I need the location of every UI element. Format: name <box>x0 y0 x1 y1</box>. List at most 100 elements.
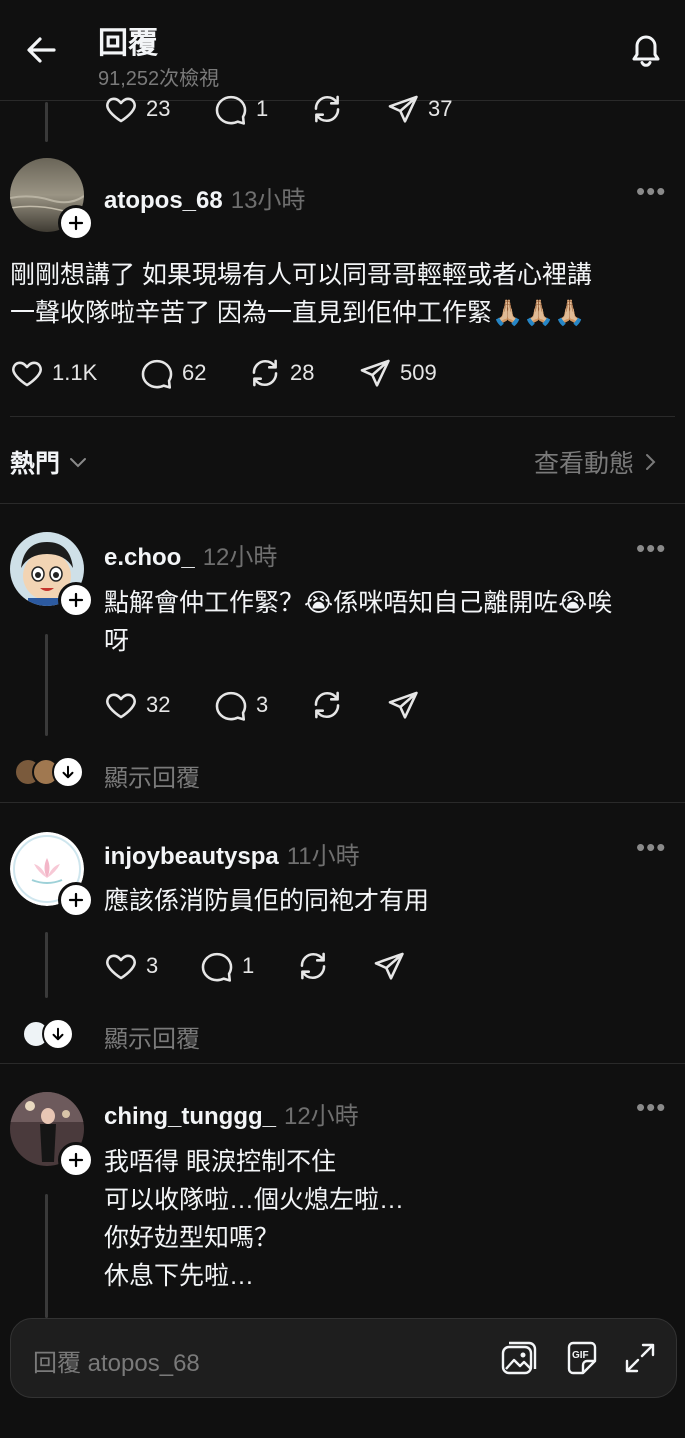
comment-header: ching_tunggg_ 12小時 <box>104 1096 359 1131</box>
comment-icon <box>140 356 174 390</box>
expand-composer-button[interactable] <box>619 1337 661 1379</box>
share-button[interactable] <box>386 688 420 722</box>
share-button[interactable]: 37 <box>386 92 452 126</box>
reply-avatars <box>14 756 84 788</box>
reply-input[interactable]: 回覆 atopos_68 <box>33 1343 200 1378</box>
like-button[interactable]: 32 <box>104 688 170 722</box>
notifications-button[interactable] <box>622 26 670 74</box>
sort-label: 熱門 <box>10 450 61 478</box>
repost-icon <box>248 356 282 390</box>
like-button[interactable]: 23 <box>104 92 170 126</box>
share-count: 509 <box>400 360 437 385</box>
more-options-button[interactable]: ••• <box>636 176 666 207</box>
divider <box>10 416 675 417</box>
chevron-down-icon <box>70 458 87 468</box>
image-icon <box>501 1341 537 1375</box>
plus-icon <box>67 891 85 909</box>
top-bar: 回覆 91,252次檢視 <box>0 0 685 101</box>
share-button[interactable]: 509 <box>358 356 437 390</box>
show-replies-link[interactable]: 顯示回覆 <box>104 1019 200 1054</box>
heart-icon <box>10 356 44 390</box>
plus-icon <box>67 1151 85 1169</box>
more-icon: ••• <box>636 176 667 206</box>
expand-replies-button[interactable] <box>42 1018 74 1050</box>
expand-replies-button[interactable] <box>52 756 84 788</box>
more-icon: ••• <box>636 832 667 862</box>
share-icon <box>358 356 392 390</box>
share-count: 37 <box>428 96 453 121</box>
thread-line <box>45 634 48 736</box>
plus-icon <box>67 214 85 232</box>
more-options-button[interactable]: ••• <box>636 832 666 863</box>
repost-button[interactable]: 28 <box>248 356 314 390</box>
heart-icon <box>104 688 138 722</box>
post-text: 剛剛想講了 如果現場有人可以同哥哥輕輕或者心裡講 一聲收隊啦辛苦了 因為一直見到… <box>10 261 592 327</box>
repost-icon <box>310 688 344 722</box>
follow-button[interactable] <box>58 1142 94 1178</box>
thread-line <box>45 932 48 998</box>
username[interactable]: injoybeautyspa <box>104 843 279 871</box>
follow-button[interactable] <box>58 205 94 241</box>
like-count: 1.1K <box>52 360 98 385</box>
comment-icon <box>214 92 248 126</box>
view-count: 91,252次檢視 <box>98 68 220 90</box>
like-count: 32 <box>146 692 171 717</box>
like-count: 23 <box>146 96 171 121</box>
repost-button[interactable] <box>296 949 330 983</box>
sort-dropdown[interactable]: 熱門 <box>10 444 90 480</box>
username[interactable]: e.choo_ <box>104 544 195 572</box>
repost-count: 28 <box>290 360 315 385</box>
repost-icon <box>296 949 330 983</box>
expand-icon <box>625 1343 655 1373</box>
reply-composer[interactable]: 回覆 atopos_68 GIF <box>10 1318 677 1398</box>
activity-label: 查看動態 <box>534 450 635 478</box>
username[interactable]: ching_tunggg_ <box>104 1103 276 1131</box>
username[interactable]: atopos_68 <box>104 187 223 215</box>
show-replies-link[interactable]: 顯示回覆 <box>104 758 200 793</box>
more-options-button[interactable]: ••• <box>636 533 666 564</box>
comment-icon <box>214 688 248 722</box>
chevron-right-icon <box>646 454 656 470</box>
arrow-down-icon <box>59 763 77 781</box>
divider <box>0 1063 685 1064</box>
comment-button[interactable]: 1 <box>214 92 268 126</box>
timestamp: 13小時 <box>230 187 306 214</box>
heart-icon <box>104 92 138 126</box>
share-button[interactable] <box>372 949 406 983</box>
like-count: 3 <box>146 953 159 978</box>
gif-button[interactable]: GIF <box>561 1337 603 1379</box>
follow-button[interactable] <box>58 582 94 618</box>
share-icon <box>372 949 406 983</box>
like-button[interactable]: 3 <box>104 949 158 983</box>
repost-button[interactable] <box>310 688 344 722</box>
more-icon: ••• <box>636 1092 667 1122</box>
follow-button[interactable] <box>58 882 94 918</box>
comment-button[interactable]: 3 <box>214 688 268 722</box>
repost-icon <box>310 92 344 126</box>
back-arrow-icon <box>27 37 56 63</box>
back-button[interactable] <box>22 30 62 70</box>
divider <box>0 802 685 803</box>
comment-text: 應該係消防員佢的同袍才有用 <box>104 887 430 915</box>
attach-image-button[interactable] <box>497 1337 539 1379</box>
more-options-button[interactable]: ••• <box>636 1092 666 1123</box>
view-activity-link[interactable]: 查看動態 <box>534 444 662 480</box>
comment-text: 我唔得 眼淚控制不住 可以收隊啦…個火熄左啦… 你好攰型知嗎？ 休息下先啦… <box>104 1148 405 1290</box>
comment-button[interactable]: 1 <box>200 949 254 983</box>
share-icon <box>386 688 420 722</box>
plus-icon <box>67 591 85 609</box>
like-button[interactable]: 1.1K <box>10 356 97 390</box>
timestamp: 12小時 <box>283 1103 359 1130</box>
share-icon <box>386 92 420 126</box>
divider <box>0 503 685 504</box>
comment-header: e.choo_ 12小時 <box>104 537 277 572</box>
comment-text: 點解會仲工作緊？😭係咪唔知自己離開咗😭唉 呀 <box>104 589 613 655</box>
comment-icon <box>200 949 234 983</box>
post-header: atopos_68 13小時 <box>104 180 305 215</box>
timestamp: 12小時 <box>202 544 278 571</box>
svg-text:GIF: GIF <box>572 1350 589 1361</box>
repost-button[interactable] <box>310 92 344 126</box>
reply-avatars <box>22 1018 74 1050</box>
comment-button[interactable]: 62 <box>140 356 206 390</box>
thread-line <box>45 1194 48 1318</box>
